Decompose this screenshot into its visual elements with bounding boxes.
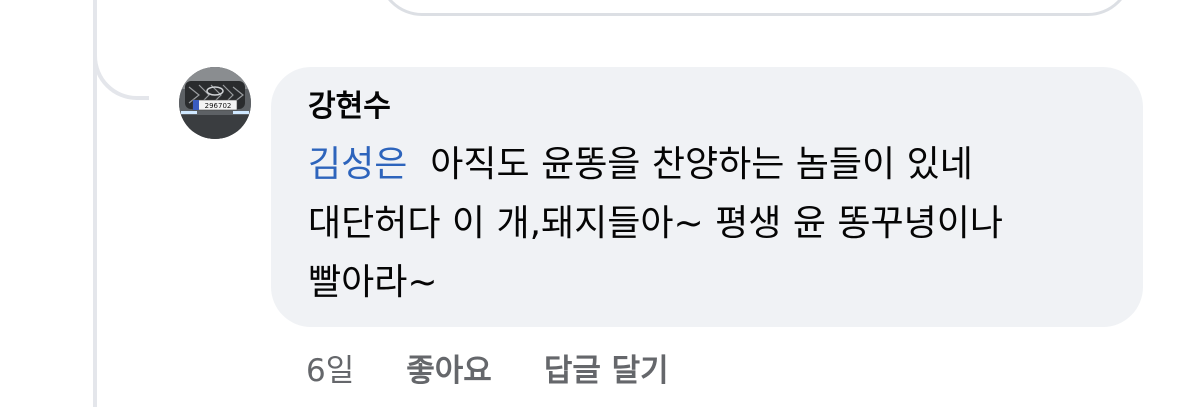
- comment-text-line-2: 대단허다 이 개,돼지들아~ 평생 윤 똥꾸녕이나: [308, 203, 1003, 244]
- comment-author-name[interactable]: 강현수: [308, 89, 391, 125]
- avatar-car-image: 296702: [179, 67, 251, 139]
- comment-line-1: 김성은 아직도 윤똥을 찬양하는 놈들이 있네: [308, 135, 1118, 194]
- thread-connector: [93, 0, 149, 100]
- mention-link[interactable]: 김성은: [308, 144, 407, 185]
- previous-comment-bubble: [378, 0, 1132, 16]
- avatar[interactable]: 296702: [179, 67, 251, 139]
- comment-bubble: 강현수 김성은 아직도 윤똥을 찬양하는 놈들이 있네 대단허다 이 개,돼지들…: [271, 67, 1143, 327]
- comment-text: 김성은 아직도 윤똥을 찬양하는 놈들이 있네 대단허다 이 개,돼지들아~ 평…: [308, 135, 1118, 312]
- license-plate-text: 296702: [205, 102, 232, 110]
- comment-timestamp[interactable]: 6일: [306, 345, 354, 390]
- comment-text-line-3: 빨아라~: [308, 262, 438, 303]
- like-button[interactable]: 좋아요: [406, 345, 492, 390]
- comment-text-line-1: 아직도 윤똥을 찬양하는 놈들이 있네: [430, 144, 973, 185]
- comment-actions: 6일 좋아요 답글 달기: [306, 345, 669, 390]
- reply-button[interactable]: 답글 달기: [544, 345, 669, 390]
